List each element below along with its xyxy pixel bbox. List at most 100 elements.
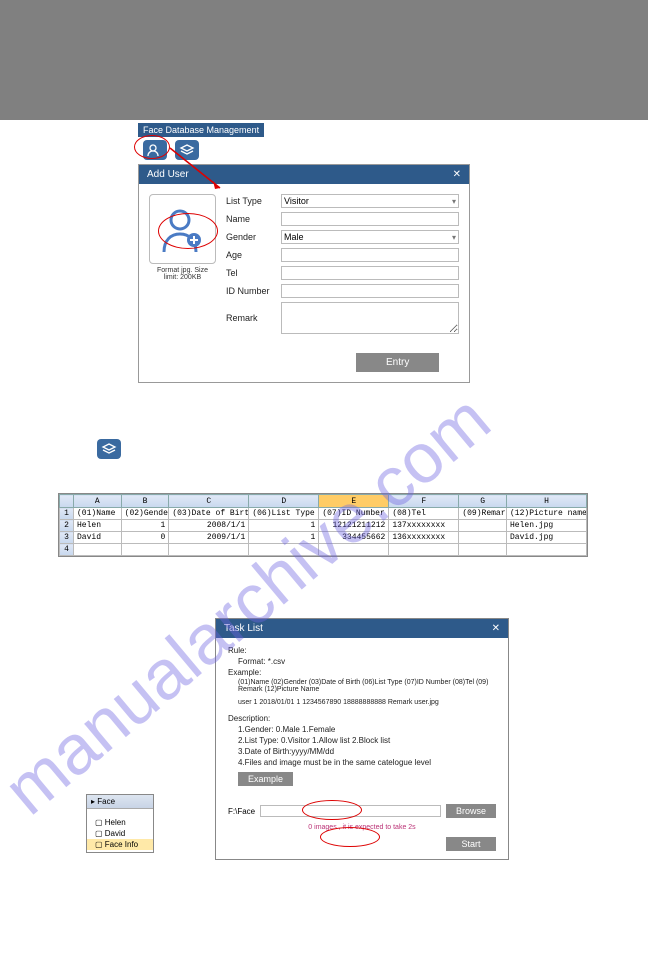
- red-highlight-path: [302, 800, 362, 820]
- tasklist-titlebar: Task List ✕: [216, 619, 508, 638]
- table-row: 4: [60, 544, 587, 556]
- desc-3: 3.Date of Birth:yyyy/MM/dd: [238, 747, 496, 756]
- list-item[interactable]: ▢ Helen: [87, 817, 153, 828]
- desc-4: 4.Files and image must be in the same ca…: [238, 758, 496, 767]
- table-row: 3 David 0 2009/1/1 1 334455662 136xxxxxx…: [60, 532, 587, 544]
- cell[interactable]: [459, 544, 507, 556]
- col-B[interactable]: B: [121, 495, 169, 508]
- cell[interactable]: 0: [121, 532, 169, 544]
- example-header: (01)Name (02)Gender (03)Date of Birth (0…: [238, 679, 496, 693]
- cell[interactable]: David: [74, 532, 122, 544]
- cell[interactable]: [74, 544, 122, 556]
- form-area: List TypeVisitor Name GenderMale Age Tel…: [226, 194, 459, 372]
- batch-import-button-standalone[interactable]: [97, 439, 121, 459]
- cell[interactable]: (01)Name: [74, 508, 122, 520]
- cell[interactable]: [459, 520, 507, 532]
- cell[interactable]: David.jpg: [507, 532, 587, 544]
- face-list: ▢ Helen ▢ David ▢ Face Info: [87, 809, 153, 852]
- col-H[interactable]: H: [507, 495, 587, 508]
- example-label: Example:: [228, 668, 496, 677]
- remark-textarea[interactable]: [281, 302, 459, 334]
- red-highlight-upload: [158, 213, 218, 249]
- label-age: Age: [226, 250, 281, 260]
- cell[interactable]: (02)Gender: [121, 508, 169, 520]
- red-highlight-start: [320, 827, 380, 847]
- cell[interactable]: (06)List Type: [249, 508, 319, 520]
- cell[interactable]: 12121211212: [319, 520, 389, 532]
- cell[interactable]: 137xxxxxxxx: [389, 520, 459, 532]
- add-user-dialog: Add User ✕ Format jpg. Size limit: 200KB…: [138, 164, 470, 383]
- list-item-selected[interactable]: ▢ Face Info: [87, 839, 153, 850]
- path-label: F:\Face: [228, 807, 255, 816]
- cell[interactable]: 334455662: [319, 532, 389, 544]
- label-name: Name: [226, 214, 281, 224]
- browse-button[interactable]: Browse: [446, 804, 496, 818]
- cell[interactable]: Helen.jpg: [507, 520, 587, 532]
- cell[interactable]: [319, 544, 389, 556]
- list-item[interactable]: ▢ David: [87, 828, 153, 839]
- cell[interactable]: [459, 532, 507, 544]
- upload-area: Format jpg. Size limit: 200KB: [149, 194, 216, 372]
- rowhead-2[interactable]: 2: [60, 520, 74, 532]
- col-E[interactable]: E: [319, 495, 389, 508]
- example-row: user 1 2018/01/01 1 1234567890 188888888…: [238, 699, 496, 706]
- tasklist-title-text: Task List: [224, 623, 263, 634]
- cell[interactable]: Helen: [74, 520, 122, 532]
- idnumber-input[interactable]: [281, 284, 459, 298]
- cell[interactable]: (03)Date of Birth: [169, 508, 249, 520]
- face-tree-panel: ▸ Face ▢ Helen ▢ David ▢ Face Info: [86, 794, 154, 853]
- col-G[interactable]: G: [459, 495, 507, 508]
- top-gray-banner: [0, 0, 648, 120]
- format-text: Format: *.csv: [238, 657, 496, 666]
- entry-button[interactable]: Entry: [356, 353, 439, 372]
- col-F[interactable]: F: [389, 495, 459, 508]
- name-input[interactable]: [281, 212, 459, 226]
- layers-icon: [101, 442, 117, 456]
- label-remark: Remark: [226, 313, 281, 323]
- cell[interactable]: (07)ID Number: [319, 508, 389, 520]
- cell[interactable]: (08)Tel: [389, 508, 459, 520]
- tasklist-body: Rule: Format: *.csv Example: (01)Name (0…: [216, 638, 508, 794]
- tel-input[interactable]: [281, 266, 459, 280]
- rowhead-1[interactable]: 1: [60, 508, 74, 520]
- cell[interactable]: 136xxxxxxxx: [389, 532, 459, 544]
- desc-1: 1.Gender: 0.Male 1.Female: [238, 725, 496, 734]
- face-panel-title: ▸ Face: [87, 795, 153, 809]
- corner-cell[interactable]: [60, 495, 74, 508]
- label-gender: Gender: [226, 232, 281, 242]
- label-idnumber: ID Number: [226, 286, 281, 296]
- table-row: 2 Helen 1 2008/1/1 1 12121211212 137xxxx…: [60, 520, 587, 532]
- age-input[interactable]: [281, 248, 459, 262]
- cell[interactable]: (09)Remark: [459, 508, 507, 520]
- rule-label: Rule:: [228, 646, 496, 655]
- cell[interactable]: [389, 544, 459, 556]
- cell[interactable]: 2009/1/1: [169, 532, 249, 544]
- csv-spreadsheet: A B C D E F G H 1 (01)Name (02)Gender (0…: [58, 493, 588, 557]
- label-tel: Tel: [226, 268, 281, 278]
- example-button[interactable]: Example: [238, 772, 293, 786]
- cell[interactable]: [121, 544, 169, 556]
- upload-photo-box[interactable]: [149, 194, 216, 264]
- cell[interactable]: [169, 544, 249, 556]
- rowhead-4[interactable]: 4: [60, 544, 74, 556]
- cell[interactable]: [249, 544, 319, 556]
- close-icon[interactable]: ✕: [453, 169, 461, 180]
- close-icon[interactable]: ✕: [492, 623, 500, 634]
- cell[interactable]: 2008/1/1: [169, 520, 249, 532]
- start-button[interactable]: Start: [446, 837, 496, 851]
- list-type-select[interactable]: Visitor: [281, 194, 459, 208]
- col-D[interactable]: D: [249, 495, 319, 508]
- rowhead-3[interactable]: 3: [60, 532, 74, 544]
- cell[interactable]: (12)Picture name: [507, 508, 587, 520]
- gender-select[interactable]: Male: [281, 230, 459, 244]
- cell[interactable]: 1: [249, 520, 319, 532]
- cell[interactable]: 1: [249, 532, 319, 544]
- column-header-row: A B C D E F G H: [60, 495, 587, 508]
- cell[interactable]: 1: [121, 520, 169, 532]
- red-arrow: [165, 143, 235, 203]
- upload-hint: Format jpg. Size limit: 200KB: [149, 267, 216, 281]
- col-A[interactable]: A: [74, 495, 122, 508]
- task-list-dialog: Task List ✕ Rule: Format: *.csv Example:…: [215, 618, 509, 860]
- col-C[interactable]: C: [169, 495, 249, 508]
- cell[interactable]: [507, 544, 587, 556]
